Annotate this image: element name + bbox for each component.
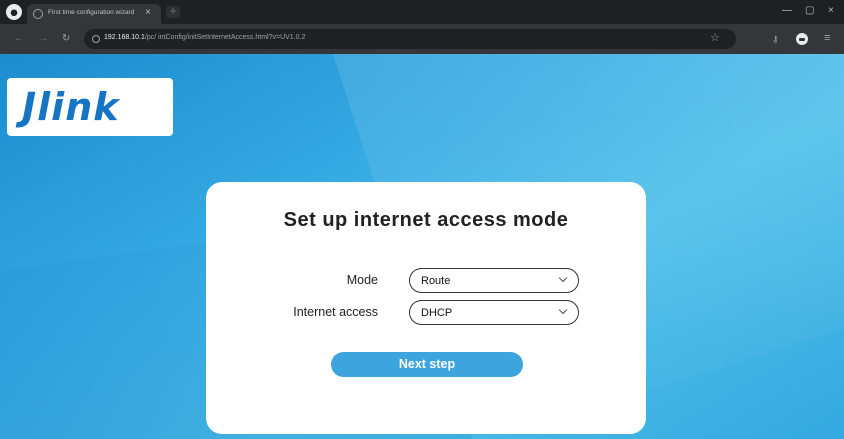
internet-access-label: Internet access [293,305,378,319]
mode-label: Mode [346,273,378,287]
lock-icon[interactable] [92,35,100,43]
logo-text: Jlink [22,85,120,129]
internet-access-select[interactable]: DHCP [409,300,579,325]
brand-logo: Jlink [7,78,173,136]
tab-close-icon[interactable]: × [145,7,151,19]
close-window-button[interactable]: × [828,5,834,17]
page-title: Set up internet access mode [283,209,569,231]
minimize-button[interactable]: — [782,5,792,17]
new-tab-button[interactable]: + [166,5,180,18]
tab-title: First time configuration wizard [48,9,135,16]
profile-icon[interactable] [796,33,808,45]
key-icon[interactable]: ⚷ [772,33,779,45]
browser-toolbar: ← → ↻ 192.168.10.1/pc/ intConfig/initSet… [0,24,844,54]
forward-button[interactable]: → [38,33,48,45]
url-text[interactable]: 192.168.10.1/pc/ intConfig/initSetIntern… [104,34,305,41]
menu-icon[interactable]: ≡ [824,32,830,44]
maximize-button[interactable]: ▢ [805,5,814,17]
next-step-button[interactable]: Next step [331,352,523,377]
chevron-down-icon [558,273,568,283]
star-icon[interactable]: ☆ [710,32,720,44]
mode-select-value: Route [421,275,451,287]
internet-access-select-value: DHCP [421,307,453,319]
reload-button[interactable]: ↻ [62,33,70,45]
browser-tab-bar: First time configuration wizard × + — ▢ … [0,0,844,24]
chevron-down-icon [558,305,568,315]
url-host: 192.168.10.1 [104,34,145,41]
browser-logo-icon [6,4,22,20]
tab-favicon-icon [33,9,43,19]
mode-select[interactable]: Route [409,268,579,293]
address-bar[interactable]: 192.168.10.1/pc/ intConfig/initSetIntern… [84,29,736,49]
tab-first-time-configuration-wizard[interactable]: First time configuration wizard × [27,4,161,24]
page-background: Jlink Set up internet access mode Mode R… [0,54,844,439]
back-button[interactable]: ← [14,33,24,45]
setup-card: Set up internet access mode Mode Route I… [206,182,646,434]
url-path: /pc/ intConfig/initSetInternetAccess.htm… [144,34,306,41]
